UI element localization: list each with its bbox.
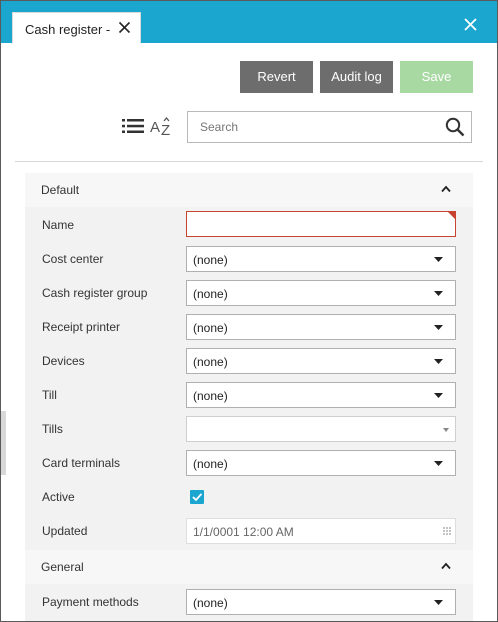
resize-handle[interactable]: [1, 411, 6, 475]
card-terminals-dropdown[interactable]: (none): [186, 450, 456, 476]
card-terminals-label: Card terminals: [42, 456, 121, 470]
toolbar-divider: [15, 161, 483, 162]
search-input[interactable]: [188, 112, 438, 142]
grip-icon[interactable]: [442, 526, 452, 536]
audit-log-button[interactable]: Audit log: [320, 61, 393, 93]
section-header-default[interactable]: Default: [25, 173, 473, 207]
receipt-printer-label: Receipt printer: [42, 320, 121, 334]
devices-label: Devices: [42, 354, 85, 368]
property-panel: Default Name Cost center (none) Cash reg…: [25, 173, 473, 621]
chevron-down-icon: [434, 393, 443, 398]
chevron-up-icon[interactable]: [441, 185, 451, 193]
tills-label: Tills: [42, 422, 63, 436]
svg-text:Z: Z: [161, 122, 170, 136]
svg-text:A: A: [150, 119, 160, 136]
updated-datetime-field[interactable]: 1/1/0001 12:00 AM: [186, 518, 456, 544]
cash-register-group-label: Cash register group: [42, 286, 148, 300]
section-title: Default: [41, 183, 80, 197]
chevron-down-icon: [434, 461, 443, 466]
devices-value: (none): [193, 355, 228, 369]
list-view-icon[interactable]: [122, 118, 144, 134]
cash-register-group-dropdown[interactable]: (none): [186, 280, 456, 306]
cash-register-group-value: (none): [193, 287, 228, 301]
tab-close-icon[interactable]: [118, 21, 131, 34]
save-button[interactable]: Save: [400, 61, 473, 93]
payment-methods-value: (none): [193, 596, 228, 610]
payment-methods-label: Payment methods: [42, 595, 139, 609]
search-icon[interactable]: [445, 117, 465, 137]
tab-cash-register[interactable]: Cash register -: [12, 12, 141, 43]
till-value: (none): [193, 389, 228, 403]
payment-methods-dropdown[interactable]: (none): [186, 589, 456, 615]
section-title: General: [41, 560, 84, 574]
sort-az-icon[interactable]: A Z: [150, 116, 174, 136]
name-label: Name: [42, 218, 75, 232]
cost-center-dropdown[interactable]: (none): [186, 246, 456, 272]
search-box: [187, 111, 472, 143]
chevron-down-icon: [443, 428, 449, 432]
title-bar: Cash register -: [1, 1, 497, 43]
chevron-down-icon: [434, 359, 443, 364]
updated-label: Updated: [42, 524, 88, 538]
updated-value: 1/1/0001 12:00 AM: [193, 525, 294, 539]
name-field[interactable]: [186, 211, 456, 237]
check-icon: [192, 493, 203, 502]
till-dropdown[interactable]: (none): [186, 382, 456, 408]
tills-multiselect[interactable]: [186, 416, 456, 442]
cost-center-value: (none): [193, 253, 228, 267]
active-checkbox[interactable]: [190, 490, 204, 504]
receipt-printer-value: (none): [193, 321, 228, 335]
chevron-down-icon: [434, 257, 443, 262]
cash-register-window: Cash register - Revert Audit log Save A …: [0, 0, 498, 622]
window-close-icon[interactable]: [464, 18, 477, 31]
chevron-down-icon: [434, 291, 443, 296]
chevron-down-icon: [434, 325, 443, 330]
chevron-up-icon[interactable]: [441, 562, 451, 570]
till-label: Till: [42, 388, 57, 402]
required-indicator: [448, 212, 455, 219]
revert-button[interactable]: Revert: [240, 61, 313, 93]
tab-label: Cash register -: [25, 22, 111, 37]
chevron-down-icon: [434, 600, 443, 605]
receipt-printer-dropdown[interactable]: (none): [186, 314, 456, 340]
cost-center-label: Cost center: [42, 252, 104, 266]
devices-dropdown[interactable]: (none): [186, 348, 456, 374]
active-label: Active: [42, 490, 75, 504]
card-terminals-value: (none): [193, 457, 228, 471]
section-header-general[interactable]: General: [25, 550, 473, 584]
